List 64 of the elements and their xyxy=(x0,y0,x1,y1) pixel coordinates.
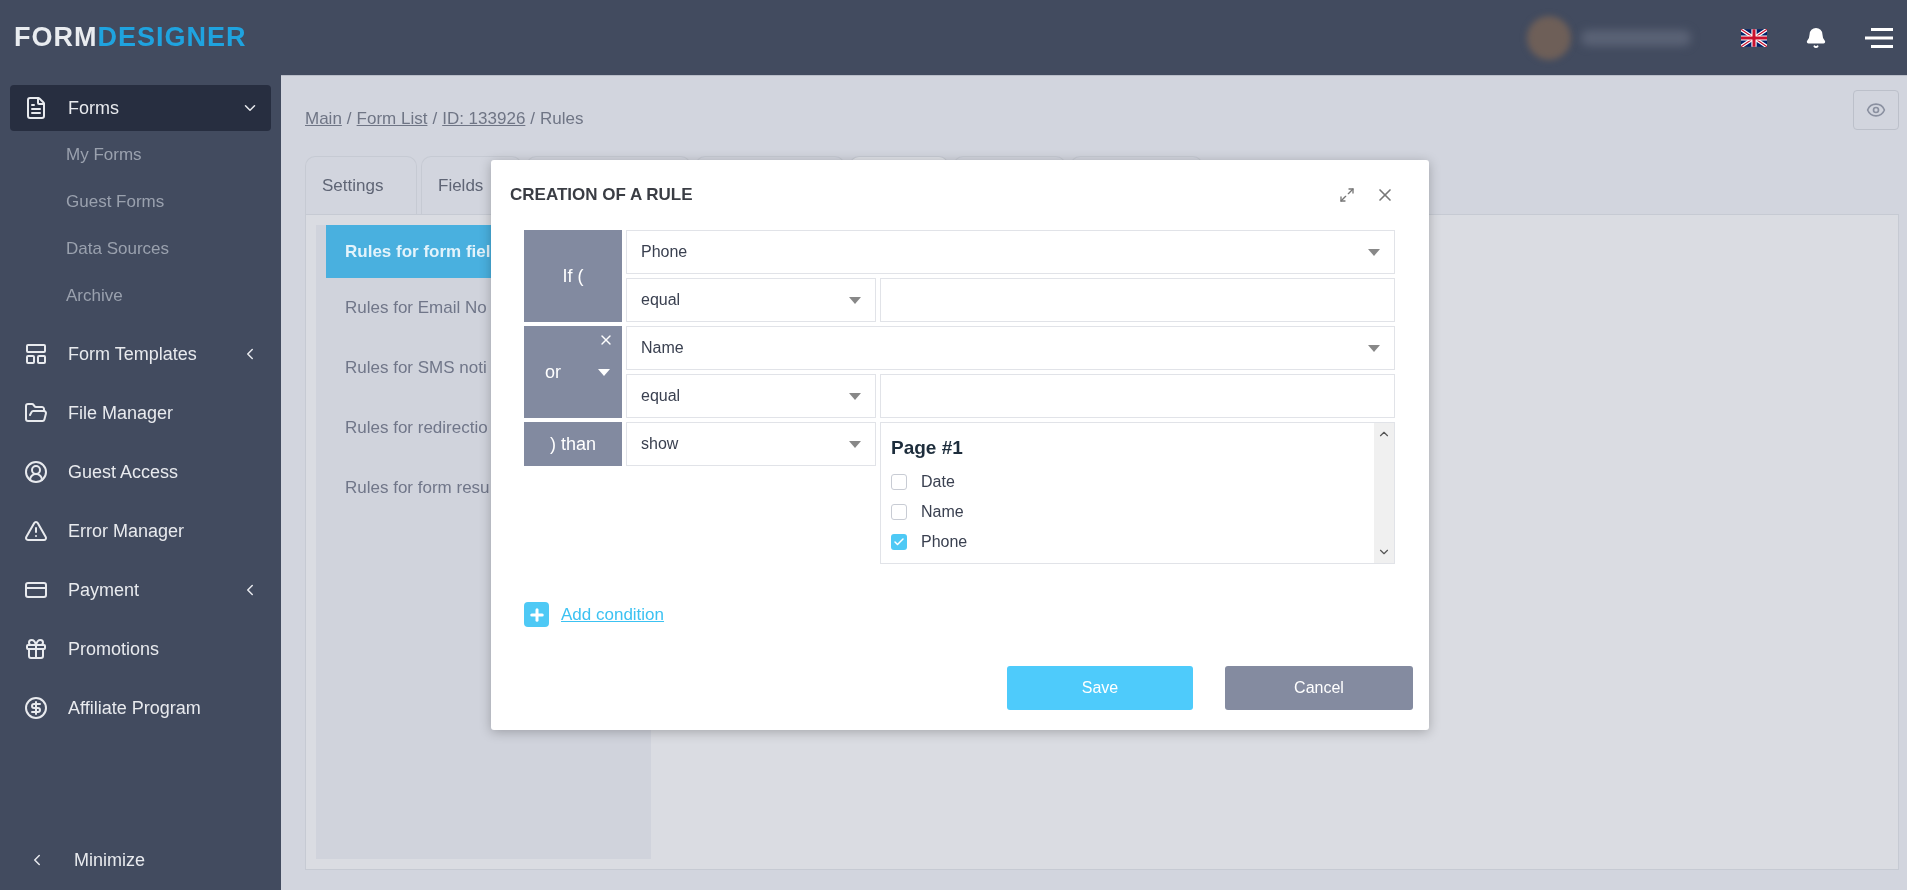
breadcrumb-separator: / xyxy=(530,109,536,129)
caret-icon xyxy=(849,392,861,400)
checkbox[interactable] xyxy=(891,504,907,520)
dollar-icon xyxy=(24,696,48,720)
comparison-select[interactable]: equal xyxy=(626,374,876,418)
sidebar-subitem[interactable]: Guest Forms xyxy=(10,178,271,225)
user-icon xyxy=(24,460,48,484)
condition-operator: If ( xyxy=(524,230,622,322)
caret-icon xyxy=(849,296,861,304)
target-group-heading: Page #1 xyxy=(891,437,964,459)
breadcrumb-separator: / xyxy=(346,109,352,129)
breadcrumb-link[interactable]: Form List xyxy=(356,109,428,129)
warning-icon xyxy=(24,519,48,543)
caret-icon xyxy=(1368,344,1380,352)
add-condition-link[interactable]: Add condition xyxy=(561,604,665,625)
avatar[interactable] xyxy=(1527,15,1571,60)
action-label: ) than xyxy=(524,422,622,466)
eye-icon xyxy=(1866,100,1886,120)
checkbox-label: Name xyxy=(921,503,964,521)
tab[interactable]: Settings xyxy=(305,156,417,214)
breadcrumb-link[interactable]: ID: 133926 xyxy=(442,109,526,129)
sidebar-item[interactable]: Payment xyxy=(10,567,271,613)
logo: FORMDESIGNER xyxy=(14,22,247,53)
check-icon xyxy=(893,536,905,548)
checkbox-label: Date xyxy=(921,473,955,491)
expand-icon[interactable] xyxy=(1339,187,1355,203)
checkbox[interactable] xyxy=(891,474,907,490)
folder-icon xyxy=(24,401,48,425)
checkbox-label: Phone xyxy=(921,533,968,551)
sidebar-item[interactable]: Form Templates xyxy=(10,331,271,377)
sidebar-item[interactable]: Affiliate Program xyxy=(10,685,271,731)
cancel-button[interactable]: Cancel xyxy=(1225,666,1413,710)
action-select[interactable]: show xyxy=(626,422,876,466)
scrollbar[interactable] xyxy=(1374,423,1394,563)
bell-icon[interactable] xyxy=(1805,26,1827,49)
sidebar-item[interactable]: Guest Access xyxy=(10,449,271,495)
sidebar-item[interactable]: File Manager xyxy=(10,390,271,436)
breadcrumb-current: Rules xyxy=(540,109,584,129)
sidebar-subitem[interactable]: My Forms xyxy=(10,131,271,178)
minimize-button[interactable]: Minimize xyxy=(10,830,271,890)
value-field[interactable] xyxy=(880,374,1395,418)
sidebar-item[interactable]: Promotions xyxy=(10,626,271,672)
sidebar-item[interactable]: Forms xyxy=(10,85,271,131)
sidebar-item[interactable]: Error Manager xyxy=(10,508,271,554)
layout-icon xyxy=(24,342,48,366)
condition-operator[interactable]: or xyxy=(524,326,622,418)
menu-icon[interactable] xyxy=(1865,26,1893,49)
add-icon[interactable] xyxy=(524,602,549,627)
comparison-select[interactable]: equal xyxy=(626,278,876,322)
caret-icon xyxy=(598,369,610,376)
breadcrumb-separator: / xyxy=(432,109,438,129)
document-icon xyxy=(24,96,48,120)
sidebar-subitem[interactable]: Archive xyxy=(10,272,271,319)
preview-button[interactable] xyxy=(1853,90,1899,130)
sidebar-subitem[interactable]: Data Sources xyxy=(10,225,271,272)
gift-icon xyxy=(24,637,48,661)
caret-icon xyxy=(849,440,861,448)
breadcrumb-link[interactable]: Main xyxy=(305,109,342,129)
caret-icon xyxy=(1368,248,1380,256)
field-select[interactable]: Name xyxy=(626,326,1395,370)
checkbox[interactable] xyxy=(891,534,907,550)
field-select[interactable]: Phone xyxy=(626,230,1395,274)
flag-icon[interactable] xyxy=(1741,28,1767,47)
value-field[interactable] xyxy=(880,278,1395,322)
